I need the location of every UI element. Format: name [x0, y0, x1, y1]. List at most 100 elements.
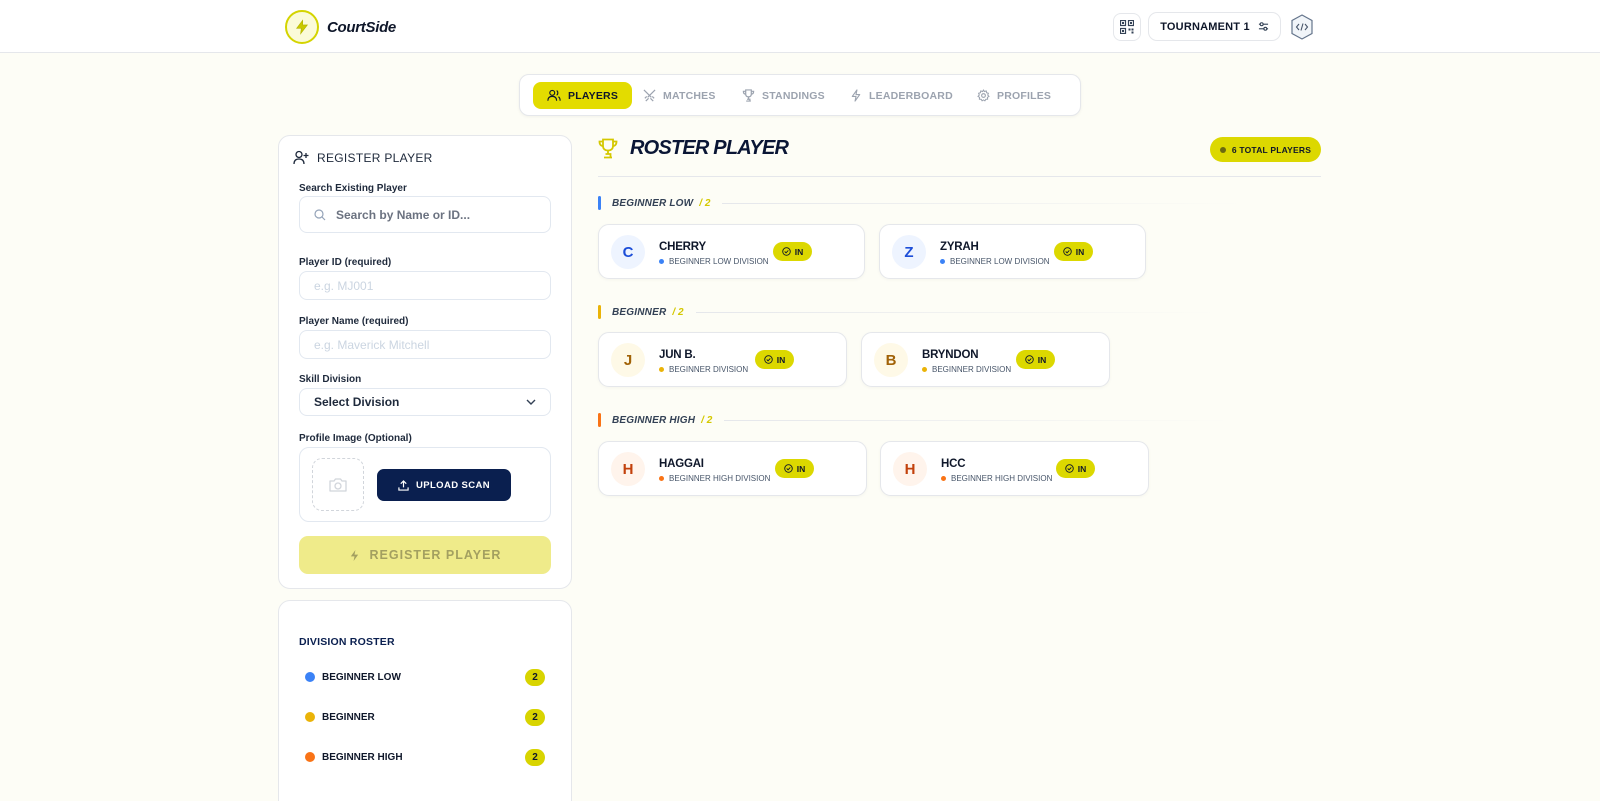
- app-name: CourtSide: [327, 18, 396, 36]
- player-name-placeholder: e.g. Maverick Mitchell: [314, 337, 430, 352]
- roster-title: ROSTER PLAYER: [630, 137, 789, 159]
- division-dot: [922, 367, 927, 372]
- tab-label: PROFILES: [997, 89, 1052, 102]
- profile-image-upload: UPLOAD SCAN: [299, 447, 551, 522]
- tab-label: PLAYERS: [568, 89, 619, 102]
- check-circle-icon: [784, 464, 793, 473]
- section-beginner-low: BEGINNER LOW / 2: [598, 196, 1245, 210]
- player-card-zyrah[interactable]: Z ZYRAH BEGINNER LOW DIVISION IN: [879, 224, 1146, 279]
- player-card-bryndon[interactable]: B BRYNDON BEGINNER DIVISION IN: [861, 332, 1110, 387]
- total-players-label: 6 TOTAL PLAYERS: [1231, 144, 1312, 155]
- tab-leaderboard[interactable]: LEADERBOARD: [836, 82, 967, 109]
- player-card-jun-b[interactable]: J JUN B. BEGINNER DIVISION IN: [598, 332, 847, 387]
- status-label: IN: [1075, 246, 1085, 257]
- player-division-label: BEGINNER LOW DIVISION: [669, 257, 769, 266]
- roster-header: ROSTER PLAYER: [598, 137, 789, 160]
- division-row-beginner[interactable]: BEGINNER 2: [305, 707, 545, 727]
- tab-matches[interactable]: MATCHES: [629, 82, 730, 109]
- player-name: CHERRY: [659, 241, 706, 253]
- player-name-input[interactable]: e.g. Maverick Mitchell: [299, 330, 551, 359]
- player-division-label: BEGINNER DIVISION: [669, 365, 749, 374]
- player-name-label: Player Name (required): [299, 316, 409, 327]
- check-circle-icon: [764, 355, 773, 364]
- status-badge: IN: [1056, 459, 1095, 478]
- status-badge: IN: [775, 459, 814, 478]
- header-divider: [598, 176, 1321, 177]
- tournament-selector-button[interactable]: TOURNAMENT 1: [1148, 12, 1281, 41]
- upload-icon: [398, 479, 409, 491]
- division-roster-title: DIVISION ROSTER: [299, 636, 395, 648]
- division-row-beginner-high[interactable]: BEGINNER HIGH 2: [305, 747, 545, 767]
- player-division: BEGINNER DIVISION: [659, 365, 748, 374]
- register-player-button[interactable]: REGISTER PLAYER: [299, 536, 551, 574]
- division-dot: [659, 259, 664, 264]
- image-placeholder: [312, 458, 364, 511]
- player-division: BEGINNER HIGH DIVISION: [941, 474, 1052, 483]
- division-roster-card: DIVISION ROSTER BEGINNER LOW 2 BEGINNER …: [278, 600, 572, 801]
- division-label: BEGINNER HIGH: [322, 751, 403, 763]
- division-row-beginner-low[interactable]: BEGINNER LOW 2: [305, 667, 545, 687]
- tournament-label: TOURNAMENT 1: [1160, 20, 1250, 33]
- developer-button[interactable]: [1288, 12, 1316, 42]
- division-count: 2: [525, 668, 545, 686]
- tab-players[interactable]: PLAYERS: [533, 82, 633, 109]
- upload-scan-button[interactable]: UPLOAD SCAN: [377, 469, 511, 501]
- section-divider: [695, 311, 1218, 313]
- player-id-input[interactable]: e.g. MJ001: [299, 271, 551, 300]
- division-dot: [305, 672, 315, 682]
- check-circle-icon: [782, 247, 791, 256]
- search-player-input[interactable]: Search by Name or ID...: [299, 196, 551, 233]
- division-dot: [941, 476, 946, 481]
- swords-icon: [643, 89, 656, 102]
- tab-profiles[interactable]: PROFILES: [963, 82, 1065, 109]
- status-label: IN: [776, 354, 786, 365]
- player-division-label: BEGINNER DIVISION: [932, 365, 1012, 374]
- player-name: BRYNDON: [922, 349, 979, 361]
- division-label: BEGINNER: [322, 711, 375, 723]
- status-label: IN: [1037, 354, 1047, 365]
- trophy-icon: [598, 138, 618, 159]
- top-bar: CourtSide TOURNAMENT 1: [0, 0, 1600, 53]
- status-dot: [1219, 146, 1226, 153]
- player-division-label: BEGINNER LOW DIVISION: [950, 257, 1050, 266]
- app-logo[interactable]: CourtSide: [285, 10, 396, 44]
- skill-division-value: Select Division: [314, 395, 400, 409]
- search-icon: [314, 208, 326, 220]
- skill-division-select[interactable]: Select Division: [299, 388, 551, 416]
- player-division: BEGINNER HIGH DIVISION: [659, 474, 770, 483]
- player-name: ZYRAH: [940, 241, 979, 253]
- user-plus-icon: [293, 150, 309, 165]
- bolt-logo-icon: [285, 10, 319, 44]
- total-players-badge: 6 TOTAL PLAYERS: [1210, 137, 1321, 162]
- register-player-label: REGISTER PLAYER: [369, 548, 502, 562]
- avatar: J: [611, 343, 645, 377]
- section-divider: [722, 202, 1245, 204]
- status-label: IN: [1077, 463, 1087, 474]
- section-name: BEGINNER HIGH: [612, 414, 696, 426]
- chevron-down-icon: [526, 399, 536, 405]
- player-division: BEGINNER LOW DIVISION: [940, 257, 1050, 266]
- qr-code-button[interactable]: [1113, 13, 1141, 41]
- tab-standings[interactable]: STANDINGS: [728, 82, 839, 109]
- status-label: IN: [796, 463, 806, 474]
- search-label: Search Existing Player: [299, 183, 407, 194]
- section-beginner-high: BEGINNER HIGH / 2: [598, 413, 1233, 427]
- player-name: HAGGAI: [659, 458, 704, 470]
- status-badge: IN: [1054, 242, 1093, 261]
- player-division-label: BEGINNER HIGH DIVISION: [669, 474, 771, 483]
- avatar: H: [611, 452, 645, 486]
- status-badge: IN: [1016, 350, 1055, 369]
- player-card-hcc[interactable]: H HCC BEGINNER HIGH DIVISION IN: [880, 441, 1149, 496]
- section-name: BEGINNER: [612, 306, 667, 318]
- tab-label: MATCHES: [663, 89, 716, 102]
- section-name: BEGINNER LOW: [612, 197, 694, 209]
- section-accent-bar: [598, 305, 601, 319]
- player-name: JUN B.: [659, 349, 696, 361]
- division-dot: [305, 752, 315, 762]
- status-badge: IN: [773, 242, 812, 261]
- search-placeholder: Search by Name or ID...: [336, 207, 471, 222]
- player-card-cherry[interactable]: C CHERRY BEGINNER LOW DIVISION IN: [598, 224, 865, 279]
- player-division: BEGINNER LOW DIVISION: [659, 257, 769, 266]
- check-circle-icon: [1025, 355, 1034, 364]
- player-card-haggai[interactable]: H HAGGAI BEGINNER HIGH DIVISION IN: [598, 441, 867, 496]
